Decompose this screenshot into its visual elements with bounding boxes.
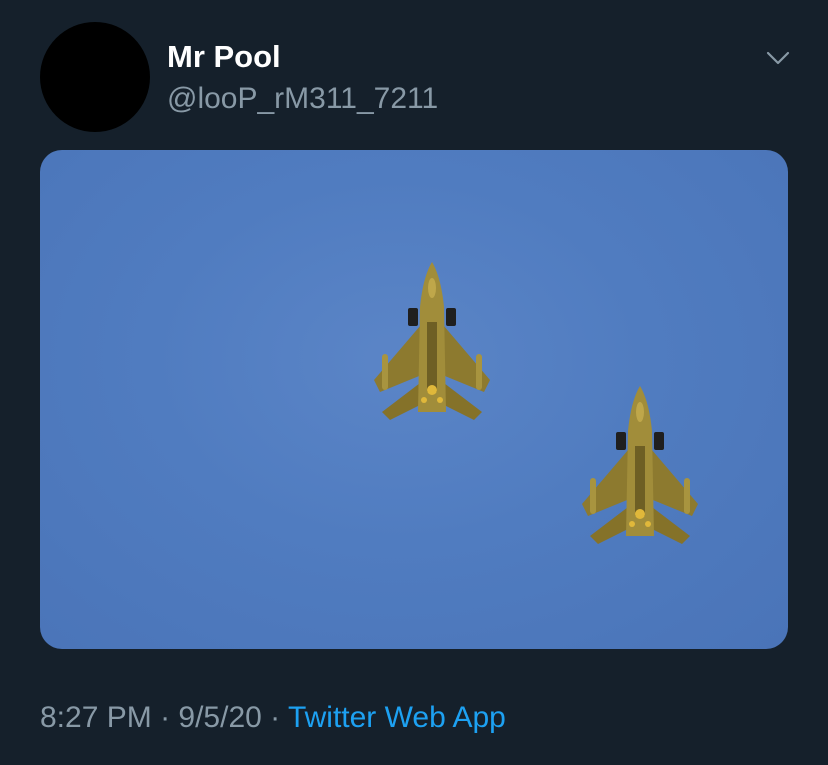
jet-left xyxy=(374,262,490,420)
tweet-date[interactable]: 9/5/20 xyxy=(178,701,261,734)
display-name[interactable]: Mr Pool xyxy=(167,40,281,74)
meta-separator: · xyxy=(261,701,288,734)
user-handle[interactable]: @looP_rM311_7211 xyxy=(167,82,438,116)
tweet-photo[interactable] xyxy=(40,150,788,649)
tweet: Mr Pool @looP_rM311_7211 8:27 PM · 9/5/2… xyxy=(0,0,828,765)
chevron-down-icon[interactable] xyxy=(764,44,792,72)
tweet-source-link[interactable]: Twitter Web App xyxy=(288,701,506,734)
fighter-jets-image xyxy=(374,262,698,544)
tweet-time[interactable]: 8:27 PM xyxy=(40,701,152,734)
jet-right xyxy=(582,386,698,544)
tweet-metadata: 8:27 PM · 9/5/20 · Twitter Web App xyxy=(40,700,506,736)
avatar[interactable] xyxy=(40,22,150,132)
meta-separator: · xyxy=(151,701,179,734)
